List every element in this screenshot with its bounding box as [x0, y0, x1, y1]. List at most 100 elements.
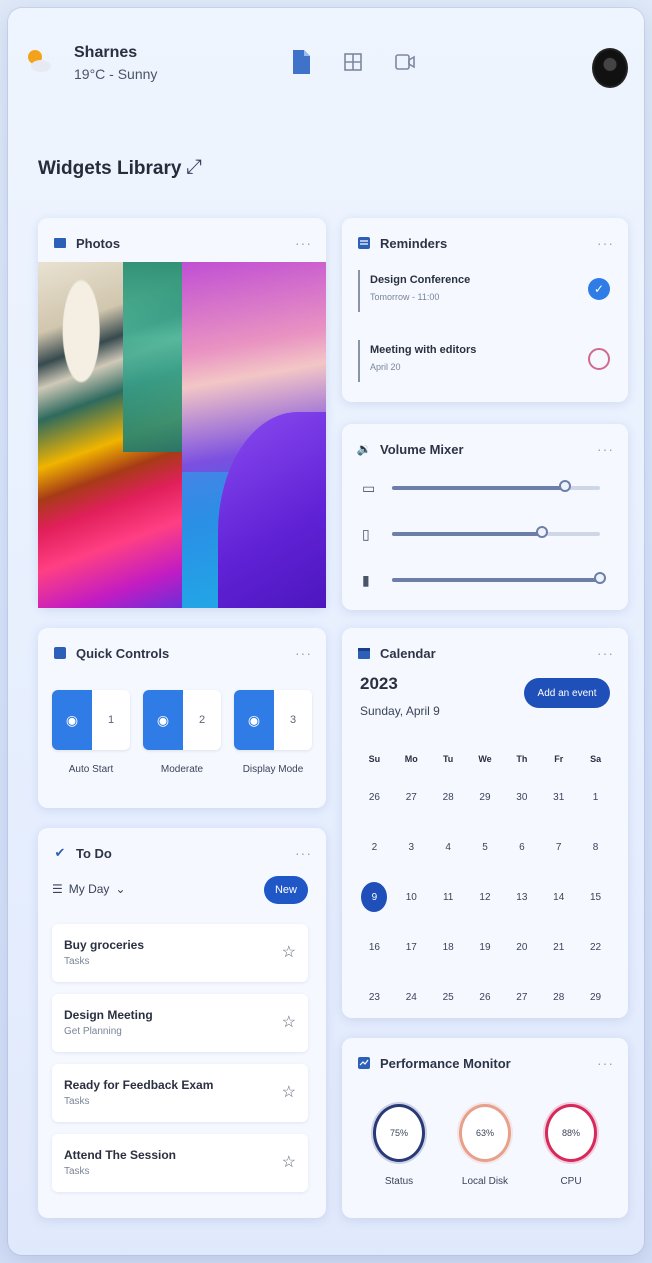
calendar-day[interactable]: 3	[393, 822, 430, 872]
volume-slider[interactable]: ▭	[362, 478, 600, 498]
more-icon[interactable]: ···	[295, 235, 312, 251]
star-icon[interactable]: ☆	[282, 1152, 296, 1172]
volume-fill	[392, 486, 565, 490]
calendar-day[interactable]: 19	[467, 922, 504, 972]
calendar-day[interactable]: 21	[540, 922, 577, 972]
volume-slider[interactable]: ▮	[362, 570, 606, 590]
weekday-header: Fr	[554, 754, 564, 764]
todo-item-subtitle: Tasks	[64, 1166, 90, 1177]
avatar[interactable]	[592, 48, 628, 88]
calendar-day[interactable]: 26	[467, 972, 504, 1022]
add-event-button[interactable]: Add an event	[524, 678, 610, 708]
todo-item-subtitle: Tasks	[64, 956, 90, 967]
calendar-day[interactable]: 15	[577, 872, 614, 922]
calendar-day[interactable]: 5	[467, 822, 504, 872]
checked-icon[interactable]: ✓	[588, 278, 610, 300]
weekday-header: Mo	[404, 754, 418, 764]
calendar-day[interactable]: 23	[356, 972, 393, 1022]
toggle-on-icon[interactable]: ◉	[52, 690, 92, 750]
calendar-day[interactable]: 29	[467, 772, 504, 822]
toggle-on-icon[interactable]: ◉	[143, 690, 183, 750]
calendar-day[interactable]: 12	[467, 872, 504, 922]
calendar-day[interactable]: 2	[356, 822, 393, 872]
todo-item[interactable]: Attend The Session Tasks ☆	[52, 1134, 308, 1192]
quick-control-moderate[interactable]: ◉ 2 Moderate	[143, 690, 221, 775]
calendar-day[interactable]: 20	[503, 922, 540, 972]
calendar-day[interactable]: 27	[393, 772, 430, 822]
reminders-title: Reminders	[380, 235, 448, 251]
perf-ring: 88%	[545, 1104, 597, 1162]
perf-cpu[interactable]: 88% CPU	[536, 1104, 606, 1187]
volume-mixer-title: Volume Mixer	[380, 441, 464, 457]
reminder-item[interactable]: Meeting with editors April 20	[358, 340, 610, 382]
header: Sharnes 19°C - Sunny	[24, 38, 628, 98]
calendar-day[interactable]: 29	[577, 972, 614, 1022]
volume-slider[interactable]: ▯	[362, 524, 600, 544]
calendar-day[interactable]: 6	[503, 822, 540, 872]
calendar-day[interactable]: 16	[356, 922, 393, 972]
star-icon[interactable]: ☆	[282, 942, 296, 962]
photos-title: Photos	[76, 235, 121, 251]
list-icon: ☰	[52, 882, 63, 896]
volume-fill	[392, 532, 542, 536]
perf-local-disk[interactable]: 63% Local Disk	[450, 1104, 520, 1187]
todo-item[interactable]: Ready for Feedback Exam Tasks ☆	[52, 1064, 308, 1122]
calendar-day[interactable]: 17	[393, 922, 430, 972]
star-icon[interactable]: ☆	[282, 1012, 296, 1032]
weekday-header: Th	[516, 754, 528, 764]
reminder-subtitle: Tomorrow - 11:00	[370, 292, 440, 302]
calendar-day[interactable]: 27	[503, 972, 540, 1022]
more-icon[interactable]: ···	[597, 645, 614, 661]
todo-item-subtitle: Tasks	[64, 1096, 90, 1107]
calendar-year: 2023	[360, 674, 398, 693]
calendar-day[interactable]: 28	[430, 772, 467, 822]
grid-icon[interactable]	[341, 48, 365, 76]
calendar-day[interactable]: 11	[430, 872, 467, 922]
expand-icon[interactable]: ⤢	[186, 156, 202, 179]
calendar-day[interactable]: 28	[540, 972, 577, 1022]
calendar-day[interactable]: 7	[540, 822, 577, 872]
calendar-day[interactable]: 13	[503, 872, 540, 922]
more-icon[interactable]: ···	[597, 235, 614, 251]
perf-label: Status	[384, 1176, 414, 1187]
document-icon[interactable]	[289, 48, 313, 76]
calendar-day[interactable]: 24	[393, 972, 430, 1022]
reminder-item[interactable]: Design Conference Tomorrow - 11:00 ✓	[358, 270, 610, 312]
calendar-day[interactable]: 30	[503, 772, 540, 822]
monitor-icon	[356, 1055, 372, 1071]
slider-handle[interactable]	[535, 526, 548, 538]
calendar-day[interactable]: 8	[577, 822, 614, 872]
calendar-day[interactable]: 22	[577, 922, 614, 972]
slider-handle[interactable]	[594, 572, 606, 584]
todo-item[interactable]: Design Meeting Get Planning ☆	[52, 994, 308, 1052]
more-icon[interactable]: ···	[597, 441, 614, 457]
calendar-day[interactable]: 25	[430, 972, 467, 1022]
calendar-day[interactable]: 9	[356, 872, 393, 922]
more-icon[interactable]: ···	[597, 1055, 614, 1071]
perf-status[interactable]: 75% Status	[364, 1104, 434, 1187]
new-task-button[interactable]: New	[264, 876, 308, 904]
weekday-header: Su	[368, 754, 381, 764]
calendar-day[interactable]: 4	[430, 822, 467, 872]
calendar-day[interactable]: 26	[356, 772, 393, 822]
toggle-state: 1	[92, 690, 130, 750]
quick-control-display-mode[interactable]: ◉ 3 Display Mode	[234, 690, 312, 775]
quick-control-auto-start[interactable]: ◉ 1 Auto Start	[52, 690, 130, 775]
star-icon[interactable]: ☆	[282, 1082, 296, 1102]
more-icon[interactable]: ···	[295, 845, 312, 861]
calendar-day[interactable]: 31	[540, 772, 577, 822]
photo-collage[interactable]	[38, 262, 326, 608]
slider-handle[interactable]	[558, 480, 571, 492]
toggle-on-icon[interactable]: ◉	[234, 690, 274, 750]
calendar-grid: Su Mo Tu We Th Fr Sa 26 27 28 29 30 31 1 2 3 4 5 6 7 8 9 10 11 1…	[356, 746, 614, 1022]
todo-item[interactable]: Buy groceries Tasks ☆	[52, 924, 308, 982]
quick-control-label: Display Mode	[242, 764, 304, 775]
calendar-day[interactable]: 1	[577, 772, 614, 822]
video-icon[interactable]	[393, 48, 417, 76]
calendar-day[interactable]: 14	[540, 872, 577, 922]
unchecked-icon[interactable]	[588, 348, 610, 370]
more-icon[interactable]: ···	[295, 645, 312, 661]
todo-list-selector[interactable]: ☰ My Day ⌄	[52, 882, 126, 896]
calendar-day[interactable]: 10	[393, 872, 430, 922]
calendar-day[interactable]: 18	[430, 922, 467, 972]
